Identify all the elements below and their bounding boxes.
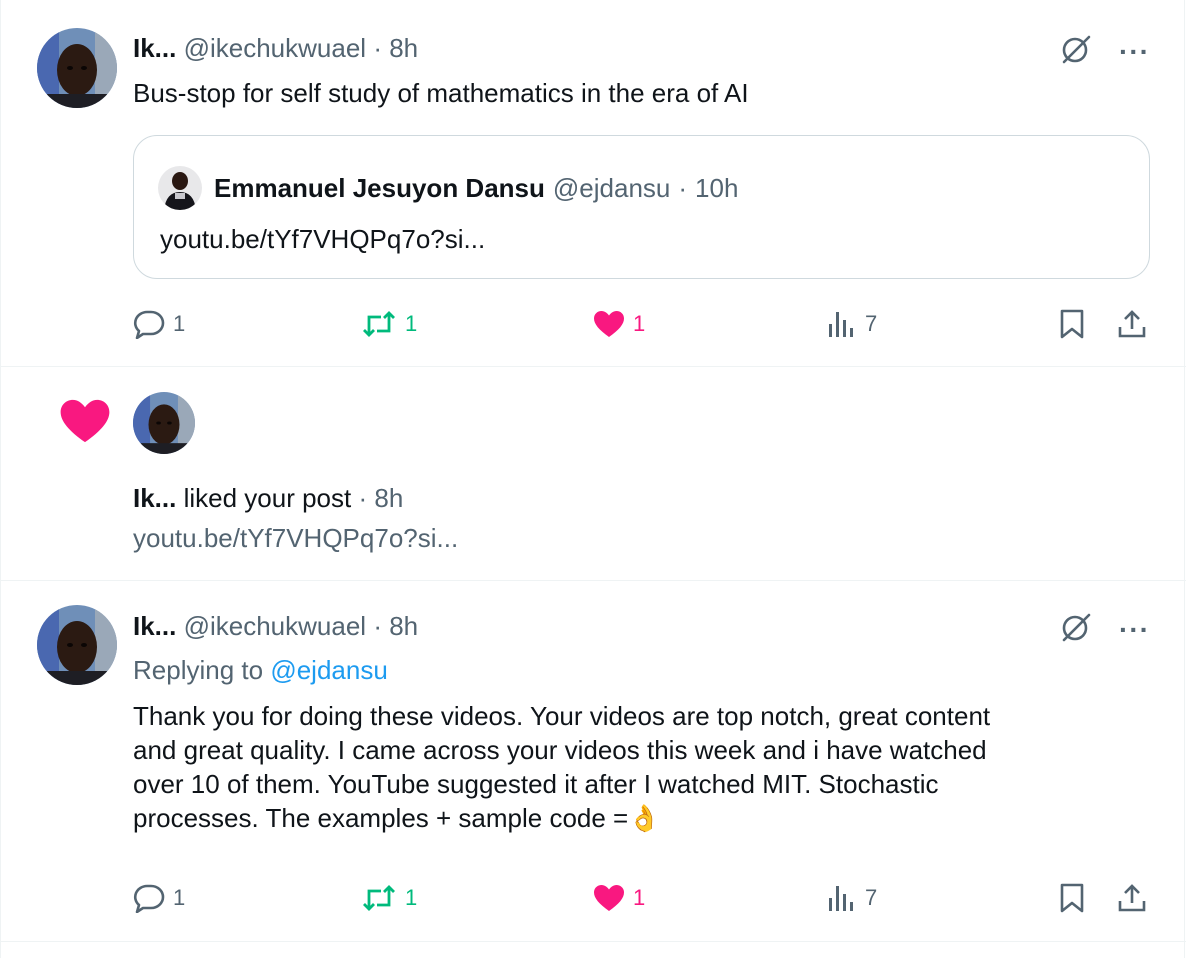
post-corner-actions: ··· bbox=[1059, 34, 1150, 69]
bookmark-button[interactable] bbox=[1059, 304, 1085, 344]
separator-dot: · bbox=[373, 33, 382, 63]
bookmark-icon bbox=[1059, 883, 1085, 913]
speech-bubble-icon bbox=[133, 309, 165, 339]
slashed-circle-icon[interactable] bbox=[1059, 34, 1093, 69]
post-text-line: Thank you for doing these videos. Your v… bbox=[133, 701, 991, 731]
notification-action: liked your post bbox=[176, 483, 352, 513]
bookmark-icon bbox=[1059, 309, 1085, 339]
repost-button[interactable]: 1 bbox=[361, 878, 417, 918]
share-button[interactable] bbox=[1117, 878, 1147, 918]
repost-button[interactable]: 1 bbox=[361, 304, 417, 344]
author-name[interactable]: Ik... bbox=[133, 33, 176, 63]
post-article[interactable]: Ik... @ikechukwuael · 8h ··· Replying to… bbox=[1, 581, 1186, 942]
quoted-post-text: youtu.be/tYf7VHQPq7o?si... bbox=[160, 224, 486, 254]
view-count: 7 bbox=[865, 311, 878, 336]
post-header: Ik... @ikechukwuael · 8h bbox=[133, 33, 418, 63]
author-handle[interactable]: @ikechukwuael bbox=[184, 611, 366, 641]
repost-count: 1 bbox=[405, 885, 418, 910]
bar-chart-icon bbox=[827, 884, 857, 912]
like-button[interactable]: 1 bbox=[593, 878, 645, 918]
reply-count: 1 bbox=[173, 311, 186, 336]
heart-icon bbox=[593, 310, 625, 338]
post-text-line: over 10 of them. YouTube suggested it af… bbox=[133, 769, 939, 799]
ok-hand-emoji: 👌 bbox=[628, 803, 661, 833]
separator-dot: · bbox=[358, 483, 368, 513]
quoted-author-handle: @ejdansu bbox=[552, 172, 671, 203]
reply-button[interactable]: 1 bbox=[133, 304, 185, 344]
more-dots-icon[interactable]: ··· bbox=[1119, 37, 1150, 65]
notification-actor[interactable]: Ik... bbox=[133, 483, 176, 513]
avatar[interactable] bbox=[37, 28, 117, 108]
post-header: Ik... @ikechukwuael · 8h bbox=[133, 611, 418, 641]
repost-count: 1 bbox=[405, 311, 418, 336]
post-text: Bus-stop for self study of mathematics i… bbox=[133, 78, 749, 108]
separator-dot: · bbox=[373, 611, 382, 641]
reply-button[interactable]: 1 bbox=[133, 878, 185, 918]
post-action-bar: 1 1 1 7 bbox=[133, 304, 1150, 344]
more-dots-icon[interactable]: ··· bbox=[1119, 615, 1150, 643]
bookmark-button[interactable] bbox=[1059, 878, 1085, 918]
like-button[interactable]: 1 bbox=[593, 304, 645, 344]
post-corner-actions: ··· bbox=[1059, 612, 1150, 647]
like-count: 1 bbox=[633, 311, 646, 336]
post-text-line-content: processes. The examples + sample code = bbox=[133, 803, 629, 833]
notification-time: 8h bbox=[374, 483, 404, 513]
quoted-post-header: Emmanuel Jesuyon Dansu @ejdansu · 10h bbox=[158, 166, 738, 210]
post-time[interactable]: 8h bbox=[389, 33, 418, 63]
quoted-post-card[interactable]: Emmanuel Jesuyon Dansu @ejdansu · 10h yo… bbox=[133, 135, 1150, 279]
avatar[interactable] bbox=[37, 605, 117, 685]
slashed-circle-icon[interactable] bbox=[1059, 612, 1093, 647]
bar-chart-icon bbox=[827, 310, 857, 338]
heart-icon bbox=[593, 884, 625, 912]
share-button[interactable] bbox=[1117, 304, 1147, 344]
post-text: Thank you for doing these videos. Your v… bbox=[133, 699, 990, 835]
views-button[interactable]: 7 bbox=[827, 304, 877, 344]
repost-arrows-icon bbox=[361, 309, 397, 339]
post-time[interactable]: 8h bbox=[389, 611, 418, 641]
replying-to-label: Replying to bbox=[133, 655, 264, 685]
quoted-author-name: Emmanuel Jesuyon Dansu bbox=[214, 172, 545, 203]
views-button[interactable]: 7 bbox=[827, 878, 877, 918]
like-count: 1 bbox=[633, 885, 646, 910]
replying-to-line: Replying to @ejdansu bbox=[133, 655, 388, 685]
separator-dot: · bbox=[678, 172, 688, 203]
share-upload-icon bbox=[1117, 883, 1147, 913]
speech-bubble-icon bbox=[133, 883, 165, 913]
author-name[interactable]: Ik... bbox=[133, 611, 176, 641]
post-article[interactable]: Ik... @ikechukwuael · 8h ··· Bus-stop fo… bbox=[1, 0, 1186, 367]
quoted-post-time: 10h bbox=[695, 172, 739, 203]
avatar[interactable] bbox=[133, 392, 195, 454]
quoted-avatar bbox=[158, 166, 202, 210]
timeline-feed: Ik... @ikechukwuael · 8h ··· Bus-stop fo… bbox=[0, 0, 1186, 958]
reply-count: 1 bbox=[173, 885, 186, 910]
share-upload-icon bbox=[1117, 309, 1147, 339]
post-text-line: processes. The examples + sample code =👌 bbox=[133, 801, 990, 835]
notification-snippet: youtu.be/tYf7VHQPq7o?si... bbox=[133, 523, 459, 553]
like-notification[interactable]: Ik... liked your post · 8h youtu.be/tYf7… bbox=[1, 367, 1186, 581]
heart-icon bbox=[59, 398, 111, 449]
post-text-line: and great quality. I came across your vi… bbox=[133, 735, 987, 765]
replying-to-handle[interactable]: @ejdansu bbox=[270, 655, 387, 685]
post-action-bar: 1 1 1 7 bbox=[133, 878, 1150, 918]
repost-arrows-icon bbox=[361, 883, 397, 913]
view-count: 7 bbox=[865, 885, 878, 910]
author-handle[interactable]: @ikechukwuael bbox=[184, 33, 366, 63]
notification-text: Ik... liked your post · 8h bbox=[133, 483, 403, 513]
